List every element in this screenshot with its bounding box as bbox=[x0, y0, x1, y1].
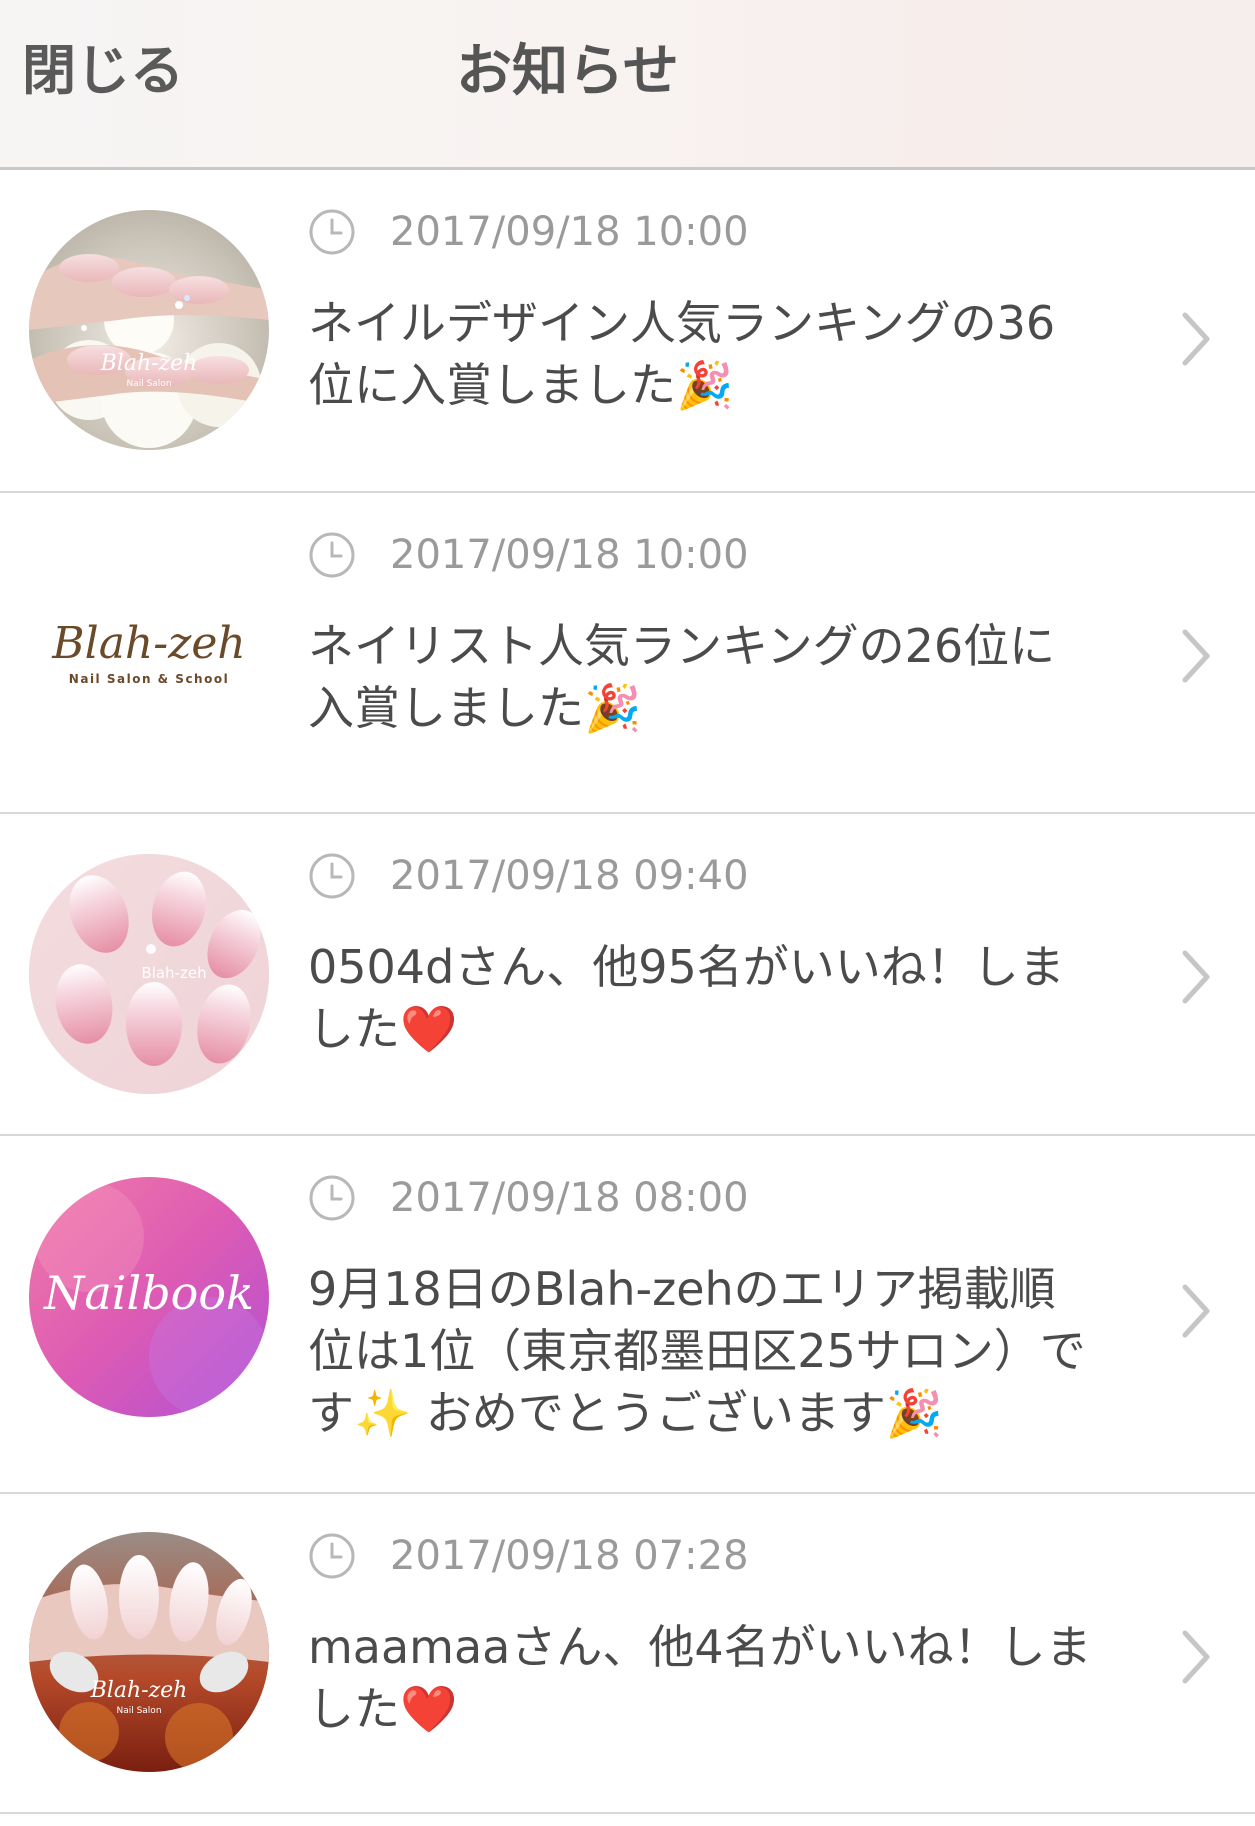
chevron-right-icon bbox=[1182, 1284, 1210, 1338]
notification-item[interactable]: Blah-zeh Nail Salon 2017/09/18 07:28 maa… bbox=[0, 1494, 1255, 1814]
timestamp: 2017/09/18 08:00 bbox=[308, 1174, 749, 1222]
chevron-right-icon bbox=[1182, 950, 1210, 1004]
notification-item[interactable]: Blah-zeh 2017/09/18 09:40 0504dさん、他95名がい… bbox=[0, 814, 1255, 1136]
svg-text:Nail Salon & School: Nail Salon & School bbox=[69, 672, 229, 686]
timestamp: 2017/09/18 10:00 bbox=[308, 208, 749, 256]
notification-message: 0504dさん、他95名がいいね！しま した❤️ bbox=[308, 940, 1065, 1056]
timestamp-text: 2017/09/18 08:00 bbox=[390, 1175, 749, 1221]
timestamp-text: 2017/09/18 09:40 bbox=[390, 853, 749, 899]
navigation-bar: 閉じる お知らせ bbox=[0, 0, 1255, 170]
nailbook-logo-text: Nailbook bbox=[43, 1266, 254, 1320]
timestamp-text: 2017/09/18 10:00 bbox=[390, 209, 749, 255]
timestamp: 2017/09/18 07:28 bbox=[308, 1532, 749, 1580]
salon-logo-image: Blah-zeh Nail Salon & School bbox=[29, 533, 269, 773]
timestamp-text: 2017/09/18 10:00 bbox=[390, 532, 749, 578]
notification-item[interactable]: Nailbook 2017/09/18 08:00 9月18日のBlah-zeh… bbox=[0, 1136, 1255, 1494]
chevron-right-icon bbox=[1182, 312, 1210, 366]
notification-message: 9月18日のBlah-zehのエリア掲載順 位は1位（東京都墨田区25サロン）で… bbox=[308, 1262, 1086, 1440]
nail-photo-avatar: Blah-zeh Nail Salon bbox=[29, 210, 269, 450]
svg-text:Blah-zeh: Blah-zeh bbox=[100, 351, 198, 376]
chevron-right-icon bbox=[1182, 1630, 1210, 1684]
nail-photo-image: Blah-zeh Nail Salon bbox=[29, 1532, 269, 1772]
clock-icon bbox=[309, 1533, 355, 1579]
svg-text:Nail Salon: Nail Salon bbox=[126, 379, 171, 389]
notification-item[interactable]: Blah-zeh Nail Salon & School 2017/09/18 … bbox=[0, 493, 1255, 814]
nail-photo-image: Blah-zeh Nail Salon bbox=[29, 210, 269, 450]
nailbook-logo-image: Nailbook bbox=[29, 1177, 269, 1417]
clock-icon bbox=[309, 532, 355, 578]
notification-message: ネイリスト人気ランキングの26位に 入賞しました🎉 bbox=[308, 619, 1056, 735]
clock-icon bbox=[309, 209, 355, 255]
nail-photo-image: Blah-zeh bbox=[29, 854, 269, 1094]
chevron-right-icon bbox=[1182, 629, 1210, 683]
clock-icon bbox=[309, 853, 355, 899]
page-title: お知らせ bbox=[456, 39, 679, 104]
notification-item[interactable]: Blah-zeh Nail Salon 2017/09/18 10:00 ネイル… bbox=[0, 170, 1255, 493]
salon-logo-avatar: Blah-zeh Nail Salon & School bbox=[29, 533, 269, 773]
svg-text:Blah-zeh: Blah-zeh bbox=[90, 1678, 188, 1703]
svg-text:Blah-zeh: Blah-zeh bbox=[141, 964, 206, 982]
notification-message: ネイルデザイン人気ランキングの36 位に入賞しました🎉 bbox=[308, 296, 1056, 412]
notification-list: Blah-zeh Nail Salon 2017/09/18 10:00 ネイル… bbox=[0, 170, 1255, 1814]
nail-photo-avatar: Blah-zeh Nail Salon bbox=[29, 1532, 269, 1772]
logo-text: Blah-zeh bbox=[51, 618, 245, 669]
nailbook-logo-avatar: Nailbook bbox=[29, 1177, 269, 1417]
timestamp: 2017/09/18 09:40 bbox=[308, 852, 749, 900]
clock-icon bbox=[309, 1175, 355, 1221]
nail-photo-avatar: Blah-zeh bbox=[29, 854, 269, 1094]
timestamp-text: 2017/09/18 07:28 bbox=[390, 1533, 749, 1579]
timestamp: 2017/09/18 10:00 bbox=[308, 531, 749, 579]
svg-text:Nail Salon: Nail Salon bbox=[116, 1706, 161, 1716]
notification-message: maamaaさん、他4名がいいね！しま した❤️ bbox=[308, 1620, 1092, 1736]
